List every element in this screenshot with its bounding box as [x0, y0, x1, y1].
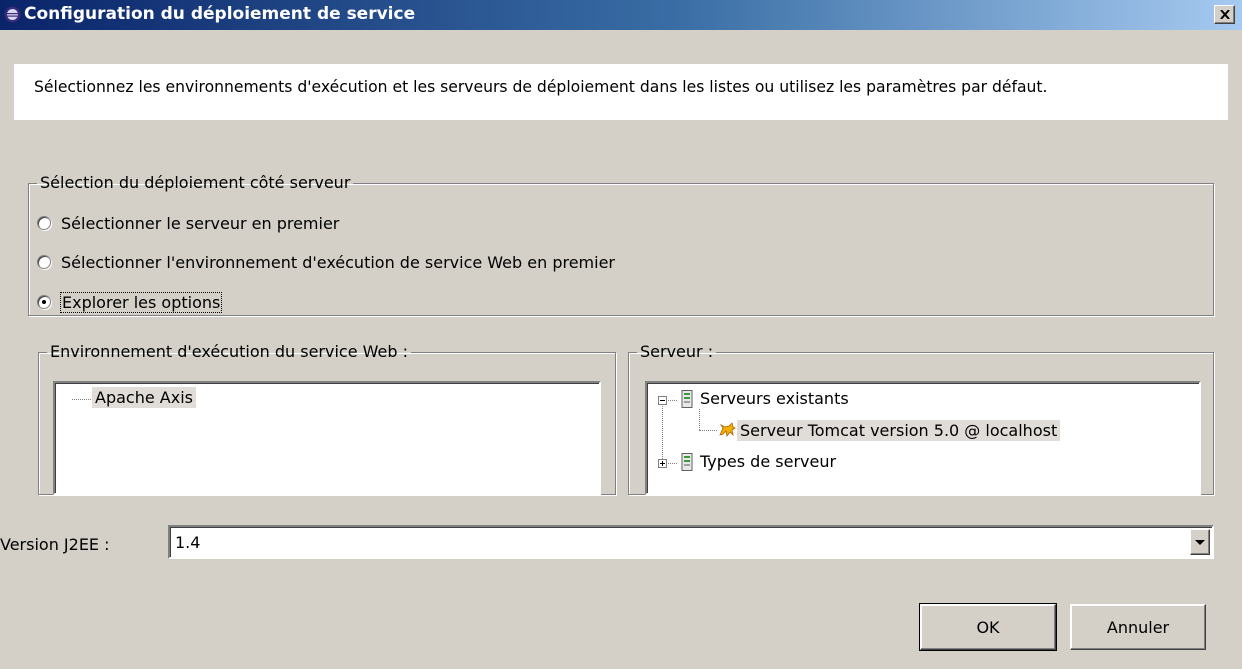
- radio-button[interactable]: [37, 216, 51, 230]
- tree-connector: [699, 409, 700, 430]
- j2ee-version-select[interactable]: 1.4: [168, 525, 1214, 559]
- server-icon: [681, 453, 693, 471]
- title-bar: Configuration du déploiement de service: [0, 0, 1242, 30]
- server-group: Serveur : Serveurs existants Serveur Tom…: [628, 343, 1214, 495]
- dropdown-arrow-icon[interactable]: [1190, 529, 1210, 555]
- description-text: Sélectionnez les environnements d'exécut…: [34, 78, 1048, 96]
- tree-item-server-types[interactable]: Types de serveur: [697, 451, 839, 472]
- cancel-button-label: Annuler: [1106, 617, 1170, 637]
- tree-item-existing-servers[interactable]: Serveurs existants: [697, 388, 852, 409]
- eclipse-icon: [4, 6, 21, 23]
- cancel-button[interactable]: Annuler: [1070, 604, 1206, 650]
- runtime-item-apache-axis[interactable]: Apache Axis: [92, 387, 196, 408]
- radio-button-checked[interactable]: [37, 295, 51, 309]
- close-button[interactable]: [1214, 5, 1235, 24]
- tree-connector: [662, 406, 663, 459]
- radio-explore-options[interactable]: Explorer les options: [37, 290, 223, 314]
- runtime-list[interactable]: Apache Axis: [53, 381, 601, 495]
- j2ee-version-value: 1.4: [175, 533, 201, 552]
- radio-label: Sélectionner le serveur en premier: [61, 213, 340, 233]
- runtime-group: Environnement d'exécution du service Web…: [38, 343, 616, 495]
- runtime-legend: Environnement d'exécution du service Web…: [50, 342, 408, 361]
- server-icon: [681, 390, 693, 408]
- radio-runtime-first[interactable]: Sélectionner l'environnement d'exécution…: [37, 250, 615, 274]
- description-panel: Sélectionnez les environnements d'exécut…: [14, 64, 1228, 120]
- radio-label: Sélectionner l'environnement d'exécution…: [61, 252, 616, 272]
- tree-connector: [72, 399, 91, 400]
- server-legend: Serveur :: [640, 342, 714, 361]
- ok-button[interactable]: OK: [919, 603, 1057, 651]
- radio-server-first[interactable]: Sélectionner le serveur en premier: [37, 211, 339, 235]
- tree-connector: [699, 430, 717, 431]
- tree-connector: [668, 463, 677, 464]
- radio-label: Explorer les options: [59, 291, 223, 313]
- deployment-selection-legend: Sélection du déploiement côté serveur: [40, 173, 351, 192]
- expand-icon[interactable]: [658, 459, 667, 468]
- tree-connector: [668, 400, 677, 401]
- server-tree[interactable]: Serveurs existants Serveur Tomcat versio…: [645, 381, 1201, 495]
- radio-button[interactable]: [37, 255, 51, 269]
- tomcat-icon: [719, 422, 736, 437]
- collapse-icon[interactable]: [658, 396, 667, 405]
- j2ee-version-label: Version J2EE :: [0, 535, 110, 554]
- ok-button-label: OK: [976, 617, 1000, 637]
- window-title: Configuration du déploiement de service: [24, 4, 416, 24]
- close-icon: [1220, 10, 1230, 19]
- deployment-selection-group: Sélection du déploiement côté serveur Sé…: [28, 174, 1214, 316]
- tree-item-tomcat-server[interactable]: Serveur Tomcat version 5.0 @ localhost: [737, 420, 1061, 441]
